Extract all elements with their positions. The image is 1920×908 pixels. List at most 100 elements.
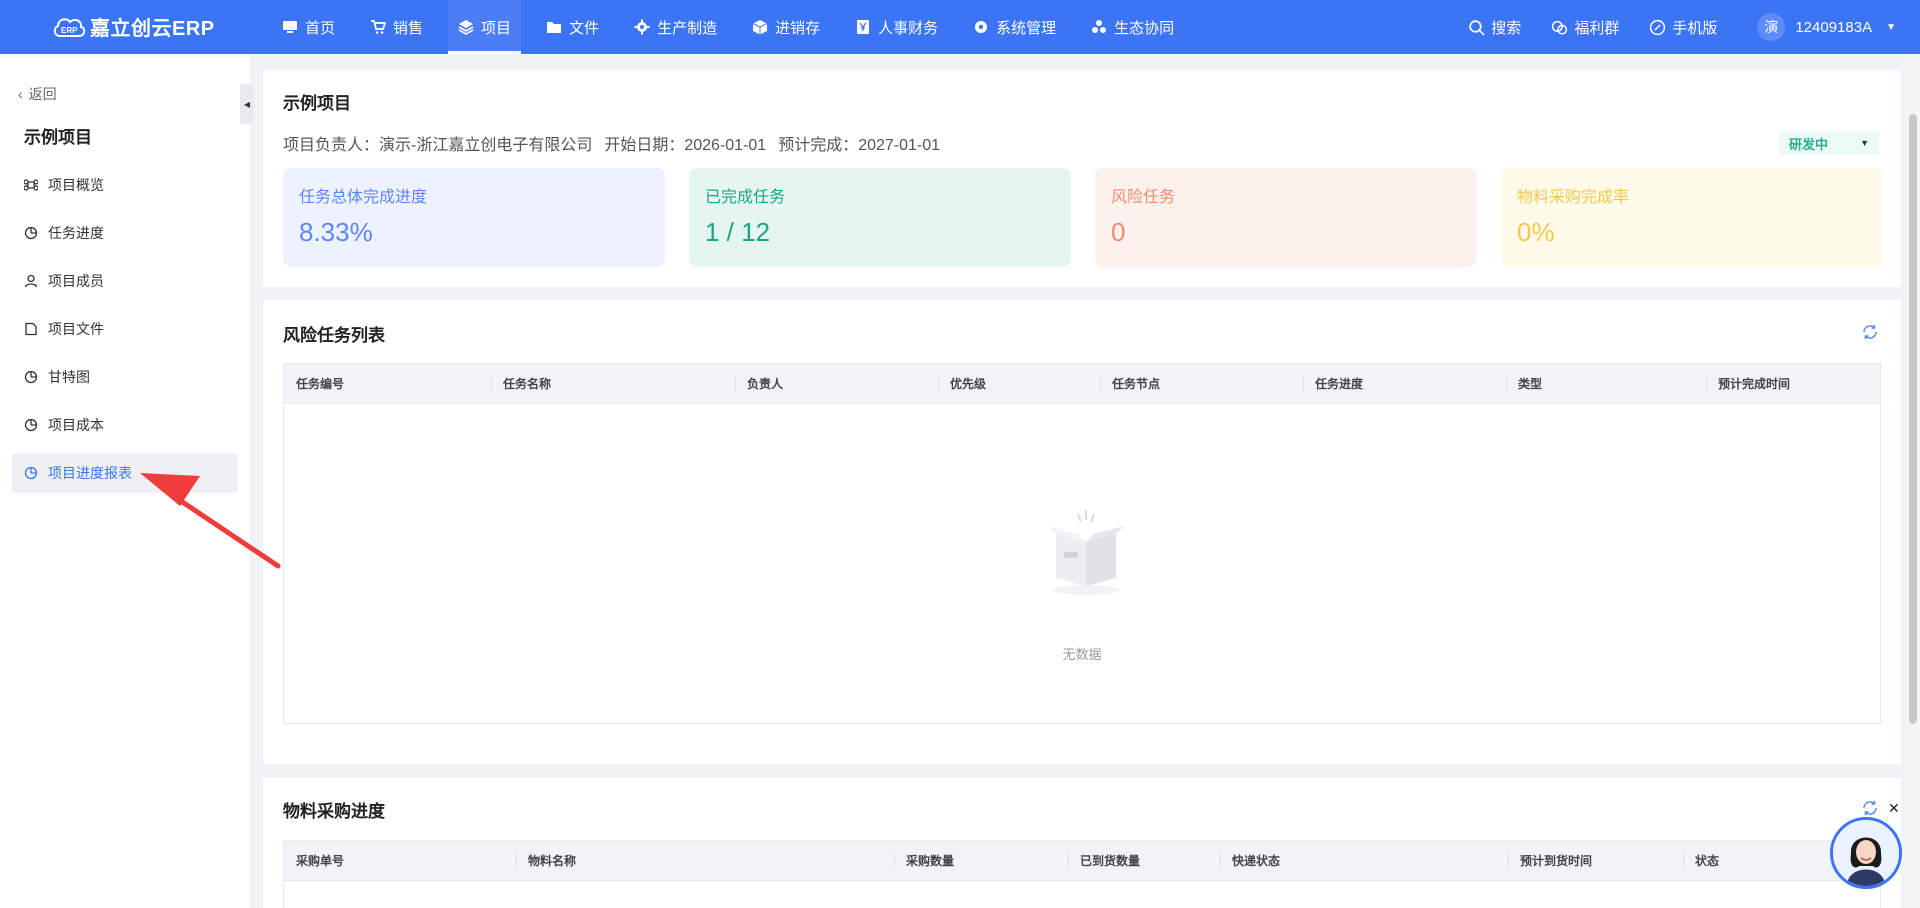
stat-value: 0	[1111, 217, 1126, 247]
column-header[interactable]: 预计到货时间	[1508, 841, 1683, 881]
folder-icon	[546, 19, 562, 35]
status-label: 研发中	[1789, 136, 1829, 152]
refresh-icon[interactable]	[1861, 799, 1879, 817]
sidebar-item-task-progress[interactable]: 任务进度	[12, 213, 238, 253]
cog-icon	[634, 19, 650, 35]
project-owner: 项目负责人：演示-浙江嘉立创电子有限公司	[283, 137, 593, 154]
pie-icon	[24, 466, 38, 480]
nav-sales[interactable]: 销售	[360, 0, 433, 54]
empty-state: 无数据	[284, 404, 1880, 723]
column-header[interactable]: 类型	[1506, 364, 1706, 404]
column-header[interactable]: 预计完成时间	[1706, 364, 1880, 404]
welfare-label: 福利群	[1574, 19, 1620, 37]
nav-label: 人事财务	[878, 19, 939, 37]
collapse-sidebar-button[interactable]: ◀	[240, 84, 254, 124]
empty-text: 无数据	[1062, 647, 1102, 662]
stat-label: 物料采购完成率	[1517, 189, 1630, 206]
column-header[interactable]: 负责人	[735, 364, 938, 404]
sidebar-item-overview[interactable]: 项目概览	[12, 165, 238, 205]
sidebar-item-files[interactable]: 项目文件	[12, 309, 238, 349]
stat-label: 风险任务	[1111, 189, 1176, 206]
nav-hr-finance[interactable]: 人事财务	[845, 0, 948, 54]
sidebar-item-gantt[interactable]: 甘特图	[12, 357, 238, 397]
purchase-table-title: 物料采购进度	[283, 802, 385, 821]
sidebar: ‹ 返回 ◀ 示例项目 项目概览 任务进度 项目成员 项目文件 甘特图 项目成本	[0, 54, 254, 908]
stat-value: 1 / 12	[705, 217, 771, 247]
nav-system[interactable]: 系统管理	[963, 0, 1066, 54]
project-due-date: 预计完成：2027-01-01	[778, 137, 941, 154]
nav-project[interactable]: 项目	[448, 0, 522, 54]
purchase-table: 采购单号 物料名称 采购数量 已到货数量 快递状态 预计到货时间 状态	[283, 840, 1881, 908]
risk-table-title: 风险任务列表	[283, 326, 385, 345]
nav-label: 系统管理	[996, 19, 1057, 37]
column-header[interactable]: 优先级	[938, 364, 1100, 404]
sidebar-title: 示例项目	[24, 128, 92, 147]
column-header[interactable]: 采购单号	[284, 841, 516, 881]
risk-task-card: 风险任务列表 任务编号 任务名称 负责人 优先级 任务节点 任务进度 类型 预计…	[263, 300, 1901, 764]
nav-inventory[interactable]: 进销存	[742, 0, 830, 54]
sidebar-item-label: 项目成员	[48, 273, 104, 289]
nav-home[interactable]: 首页	[272, 0, 345, 54]
user-name: 12409183A	[1795, 18, 1873, 36]
search-button[interactable]: 搜索	[1468, 17, 1521, 38]
caret-down-icon: ▼	[1886, 21, 1896, 33]
nav-files[interactable]: 文件	[536, 0, 609, 54]
sidebar-menu: 项目概览 任务进度 项目成员 项目文件 甘特图 项目成本 项目进度报表	[12, 165, 238, 501]
column-header[interactable]: 采购数量	[894, 841, 1068, 881]
caret-down-icon: ▼	[1860, 138, 1869, 148]
nav-ecosystem[interactable]: 生态协同	[1081, 0, 1184, 54]
sidebar-item-members[interactable]: 项目成员	[12, 261, 238, 301]
back-label: 返回	[28, 86, 57, 102]
vertical-scrollbar[interactable]	[1906, 54, 1920, 908]
avatar: 演	[1757, 13, 1786, 41]
sidebar-item-label: 甘特图	[48, 369, 90, 385]
assistant-avatar-button[interactable]	[1830, 817, 1902, 889]
column-header[interactable]: 物料名称	[516, 841, 894, 881]
purchase-progress-card: 物料采购进度 采购单号 物料名称 采购数量 已到货数量 快递状态 预计到货时间 …	[263, 778, 1901, 908]
column-header[interactable]: 已到货数量	[1068, 841, 1220, 881]
stat-completed-tasks: 已完成任务 1 / 12	[689, 168, 1071, 267]
stat-total-progress: 任务总体完成进度 8.33%	[283, 168, 665, 267]
column-header[interactable]: 任务编号	[284, 364, 491, 404]
nav-manufacturing[interactable]: 生产制造	[624, 0, 727, 54]
yen-icon	[855, 19, 871, 35]
app-logo[interactable]: ERP 嘉立创云ERP	[52, 12, 215, 41]
refresh-icon[interactable]	[1861, 323, 1879, 341]
close-icon[interactable]: ✕	[1888, 800, 1900, 817]
nav-label: 文件	[569, 19, 600, 37]
top-navbar: ERP 嘉立创云ERP 首页 销售 项目 文件 生产制造 进销存 人事财务 系统…	[0, 0, 1920, 54]
back-link[interactable]: ‹ 返回	[18, 84, 57, 104]
column-header[interactable]: 任务进度	[1303, 364, 1506, 404]
project-start-date: 开始日期：2026-01-01	[604, 137, 767, 154]
header-tools: 搜索 福利群 手机版 演 12409183A ▼	[1438, 0, 1896, 54]
assistant-avatar-icon	[1833, 820, 1899, 886]
column-header[interactable]: 任务节点	[1100, 364, 1303, 404]
table-header: 任务编号 任务名称 负责人 优先级 任务节点 任务进度 类型 预计完成时间	[284, 364, 1880, 404]
search-label: 搜索	[1491, 19, 1522, 37]
project-status-select[interactable]: 研发中 ▼	[1779, 131, 1879, 155]
mobile-version-button[interactable]: 手机版	[1649, 17, 1717, 38]
link-icon	[1650, 19, 1666, 35]
project-summary-card: 示例项目 项目负责人：演示-浙江嘉立创电子有限公司 开始日期：2026-01-0…	[263, 70, 1901, 287]
stat-label: 任务总体完成进度	[299, 189, 428, 206]
user-menu[interactable]: 演 12409183A ▼	[1757, 13, 1896, 41]
box-icon	[752, 19, 768, 35]
stat-risk-tasks: 风险任务 0	[1095, 168, 1477, 267]
scrollbar-thumb[interactable]	[1909, 114, 1917, 724]
column-header[interactable]: 快递状态	[1220, 841, 1508, 881]
nav-label: 首页	[305, 19, 336, 37]
stat-purchase-rate: 物料采购完成率 0%	[1501, 168, 1883, 267]
mobile-label: 手机版	[1672, 19, 1718, 37]
cart-icon	[370, 19, 387, 35]
sidebar-item-cost[interactable]: 项目成本	[12, 405, 238, 445]
chat-icon	[1552, 20, 1568, 35]
stat-value: 8.33%	[299, 217, 373, 247]
column-header[interactable]: 任务名称	[491, 364, 735, 404]
sidebar-item-label: 任务进度	[48, 225, 104, 241]
welfare-group-button[interactable]: 福利群	[1551, 17, 1619, 38]
sidebar-item-progress-report[interactable]: 项目进度报表	[12, 453, 238, 493]
sidebar-item-label: 项目文件	[48, 321, 104, 337]
project-meta: 项目负责人：演示-浙江嘉立创电子有限公司 开始日期：2026-01-01 预计完…	[283, 131, 940, 155]
cluster-icon	[1091, 19, 1107, 35]
nav-label: 项目	[481, 19, 512, 37]
